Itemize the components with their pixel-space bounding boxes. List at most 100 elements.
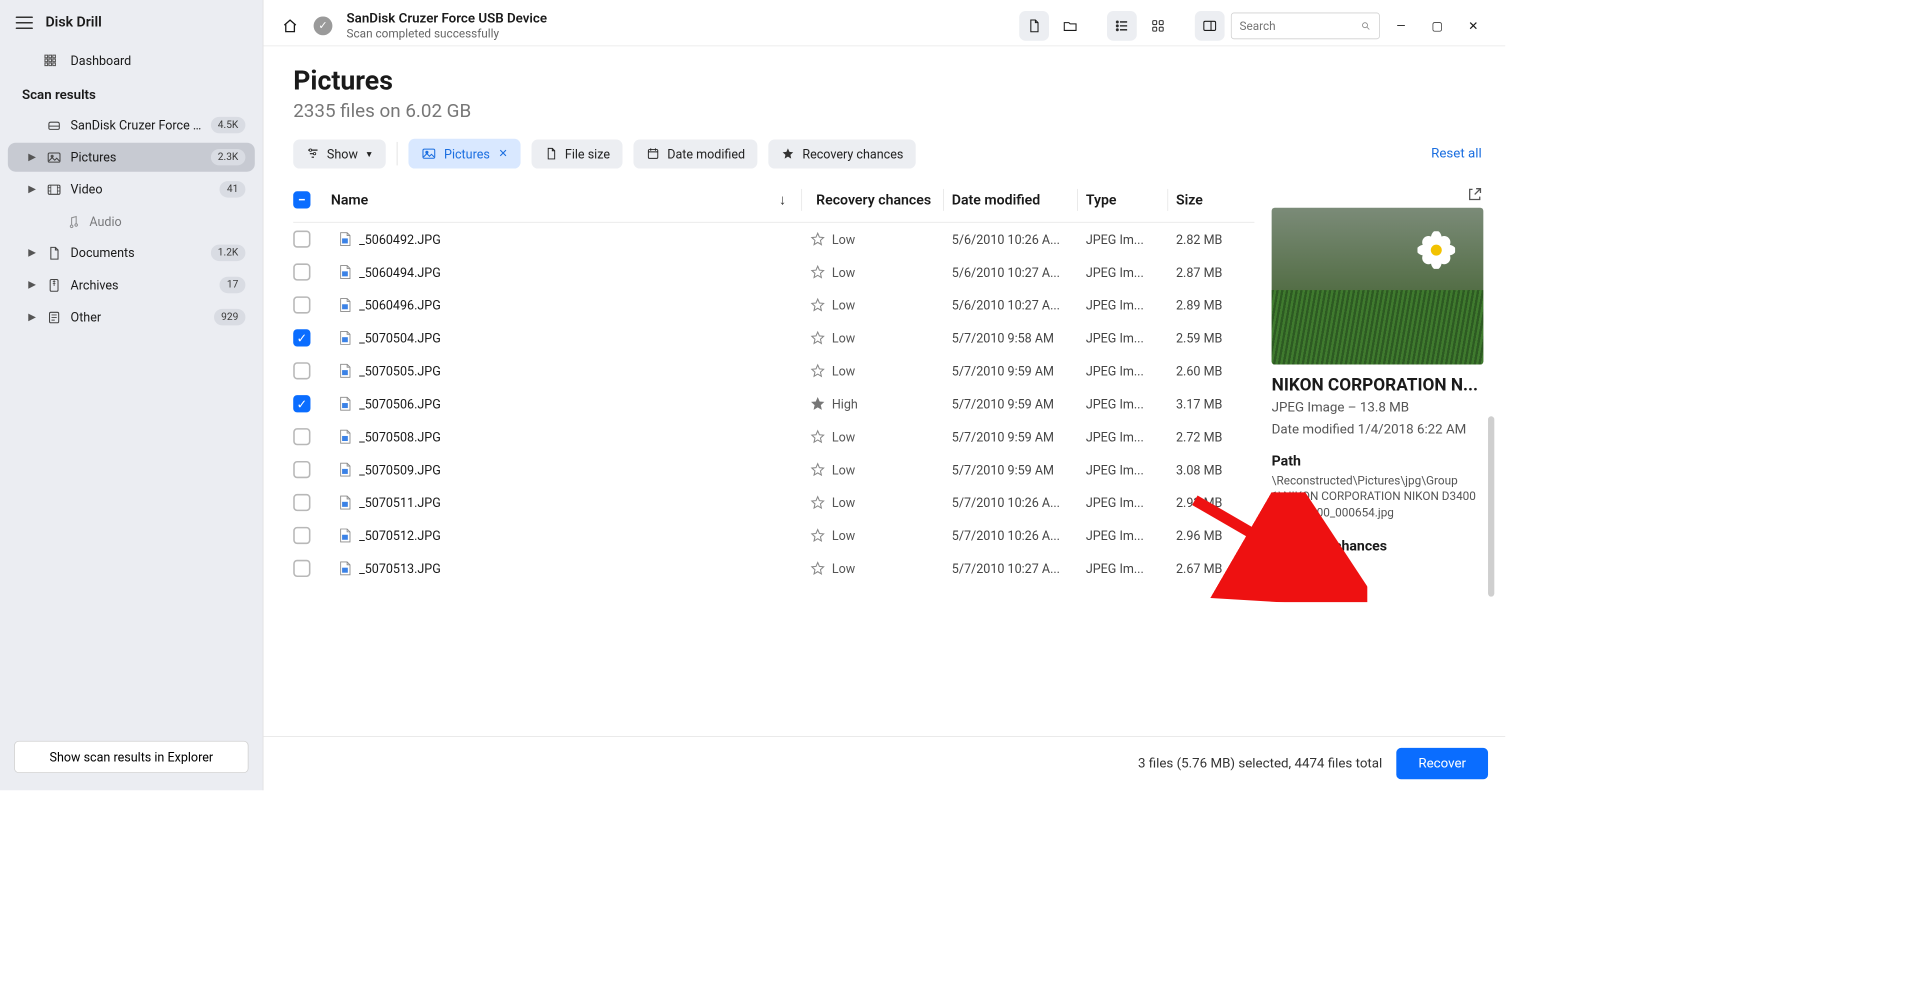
row-checkbox[interactable] — [293, 230, 310, 247]
show-in-explorer-button[interactable]: Show scan results in Explorer — [14, 741, 248, 773]
recovery-cell: Low — [810, 231, 935, 247]
folder-view-button[interactable] — [1055, 11, 1085, 41]
file-icon — [544, 147, 558, 161]
row-checkbox[interactable] — [293, 263, 310, 280]
menu-icon[interactable] — [16, 16, 33, 29]
minimize-button[interactable]: — — [1386, 11, 1416, 41]
page-title: Pictures — [293, 65, 1482, 96]
remove-filter-icon[interactable]: ✕ — [498, 147, 507, 160]
preview-image — [1272, 208, 1484, 365]
star-icon — [810, 231, 826, 247]
pictures-chip-label: Pictures — [444, 146, 490, 161]
count-badge: 17 — [220, 277, 246, 293]
row-checkbox[interactable] — [293, 494, 310, 511]
recovery-filter-button[interactable]: Recovery chances — [769, 139, 916, 168]
file-name: _5070509.JPG — [359, 462, 771, 477]
table-row[interactable]: _5060494.JPGLow5/6/2010 10:27 A...JPEG I… — [293, 256, 1254, 289]
table-row[interactable]: ✓_5070506.JPGHigh5/7/2010 9:59 AMJPEG Im… — [293, 387, 1254, 420]
table-row[interactable]: _5060492.JPGLow5/6/2010 10:26 A...JPEG I… — [293, 223, 1254, 256]
home-icon[interactable] — [281, 16, 300, 35]
reset-all-link[interactable]: Reset all — [1431, 146, 1482, 162]
row-checkbox[interactable] — [293, 560, 310, 577]
table-row[interactable]: _5070509.JPGLow5/7/2010 9:59 AMJPEG Im..… — [293, 453, 1254, 486]
count-badge: 2.3K — [211, 149, 246, 165]
col-recovery[interactable]: Recovery chances — [810, 192, 935, 208]
row-checkbox[interactable] — [293, 362, 310, 379]
pictures-filter-chip[interactable]: Pictures ✕ — [409, 139, 520, 169]
star-icon — [810, 396, 826, 412]
row-checkbox[interactable] — [293, 461, 310, 478]
picture-icon — [45, 149, 62, 165]
col-date[interactable]: Date modified — [952, 192, 1070, 208]
maximize-button[interactable]: ▢ — [1422, 11, 1452, 41]
star-icon — [810, 330, 826, 346]
file-name: _5060494.JPG — [359, 265, 771, 280]
chevron-down-icon: ▼ — [365, 149, 374, 159]
jpg-file-icon — [331, 492, 359, 512]
recovery-cell: Low — [810, 528, 935, 544]
sidebar-item-video[interactable]: ▶ Video 41 — [8, 175, 255, 204]
sidebar-item-pictures[interactable]: ▶ Pictures 2.3K — [8, 143, 255, 172]
select-all-checkbox[interactable]: − — [293, 191, 310, 208]
selection-status: 3 files (5.76 MB) selected, 4474 files t… — [1138, 756, 1382, 772]
sidebar-item-archives[interactable]: ▶ Archives 17 — [8, 270, 255, 299]
table-row[interactable]: _5070505.JPGLow5/7/2010 9:59 AMJPEG Im..… — [293, 354, 1254, 387]
sidebar-item-documents[interactable]: ▶ Documents 1.2K — [8, 238, 255, 267]
filesize-filter-button[interactable]: File size — [531, 139, 622, 168]
table-row[interactable]: _5070511.JPGLow5/7/2010 10:26 A...JPEG I… — [293, 486, 1254, 519]
sidebar-item-other[interactable]: ▶ Other 929 — [8, 303, 255, 332]
row-checkbox[interactable] — [293, 296, 310, 313]
close-button[interactable]: ✕ — [1458, 11, 1488, 41]
recover-button[interactable]: Recover — [1396, 748, 1488, 779]
row-checkbox[interactable] — [293, 428, 310, 445]
sidebar-item-audio[interactable]: Audio — [27, 207, 255, 235]
grid-view-button[interactable] — [1143, 11, 1173, 41]
col-size[interactable]: Size — [1176, 192, 1254, 208]
picture-icon — [421, 146, 437, 162]
type-cell: JPEG Im... — [1086, 232, 1160, 247]
recovery-cell: Low — [810, 297, 935, 313]
document-icon — [45, 245, 62, 261]
file-view-button[interactable] — [1019, 11, 1049, 41]
sidebar-item-label: Other — [71, 310, 207, 325]
table-row[interactable]: _5070512.JPGLow5/7/2010 10:26 A...JPEG I… — [293, 519, 1254, 552]
preview-path: \Reconstructed\Pictures\jpg\Group 1\NIKO… — [1272, 473, 1484, 521]
table-row[interactable]: ✓_5070504.JPGLow5/7/2010 9:58 AMJPEG Im.… — [293, 321, 1254, 354]
type-cell: JPEG Im... — [1086, 528, 1160, 543]
sidebar-item-label: Documents — [71, 245, 203, 260]
datemodified-filter-button[interactable]: Date modified — [634, 139, 758, 168]
popout-icon[interactable] — [1466, 186, 1483, 203]
file-name: _5070513.JPG — [359, 561, 771, 576]
col-type[interactable]: Type — [1086, 192, 1160, 208]
file-name: _5070508.JPG — [359, 429, 771, 444]
count-badge: 1.2K — [211, 245, 246, 261]
recovery-cell: Low — [810, 330, 935, 346]
jpg-file-icon — [331, 328, 359, 348]
search-box[interactable] — [1231, 13, 1380, 40]
row-checkbox[interactable] — [293, 527, 310, 544]
sidebar-item-device[interactable]: SanDisk Cruzer Force U... 4.5K — [8, 111, 255, 140]
row-checkbox[interactable]: ✓ — [293, 329, 310, 346]
table-row[interactable]: _5060496.JPGLow5/6/2010 10:27 A...JPEG I… — [293, 289, 1254, 322]
preview-scrollbar[interactable] — [1488, 416, 1494, 596]
recovery-cell: Low — [810, 429, 935, 445]
scan-status-text: Scan completed successfully — [347, 27, 1006, 41]
search-input[interactable] — [1240, 19, 1355, 33]
date-cell: 5/7/2010 9:59 AM — [952, 396, 1070, 411]
col-name[interactable]: Name — [331, 192, 772, 208]
recovery-cell: Low — [810, 462, 935, 478]
app-title: Disk Drill — [45, 14, 101, 30]
table-row[interactable]: _5070513.JPGLow5/7/2010 10:27 A...JPEG I… — [293, 552, 1254, 585]
list-view-button[interactable] — [1107, 11, 1137, 41]
table-row[interactable]: _5070508.JPGLow5/7/2010 9:59 AMJPEG Im..… — [293, 420, 1254, 453]
date-cell: 5/7/2010 9:58 AM — [952, 330, 1070, 345]
divider — [397, 142, 398, 166]
archive-icon — [45, 277, 62, 293]
sidebar-item-label: Archives — [71, 278, 212, 293]
sort-arrow-icon[interactable]: ↓ — [771, 192, 793, 208]
sidebar-dashboard[interactable]: Dashboard — [0, 45, 263, 76]
show-filter-button[interactable]: Show ▼ — [293, 139, 386, 168]
row-checkbox[interactable]: ✓ — [293, 395, 310, 412]
preview-pane-button[interactable] — [1195, 11, 1225, 41]
preview-title: NIKON CORPORATION N... — [1272, 376, 1484, 396]
